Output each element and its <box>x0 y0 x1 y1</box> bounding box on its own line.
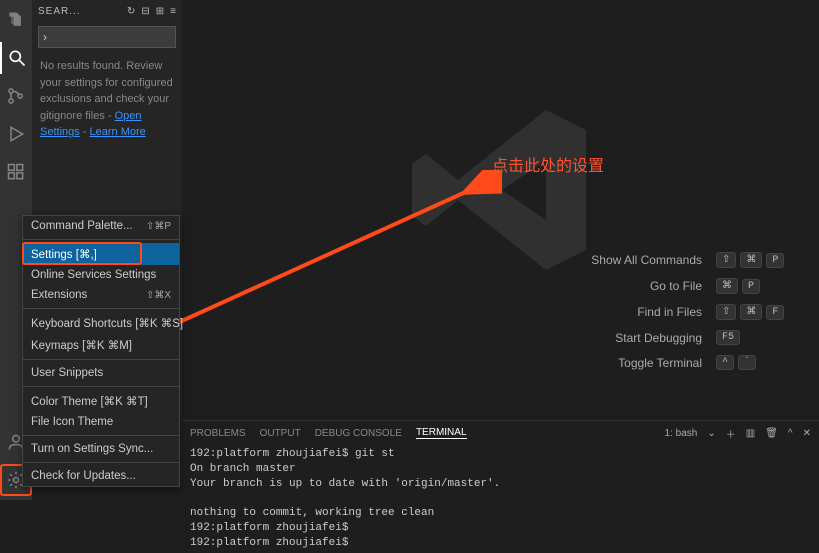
gear-menu-item[interactable]: Keyboard Shortcuts [⌘K ⌘S] <box>23 312 179 334</box>
gear-menu-item[interactable]: Command Palette...⇧⌘P <box>23 216 179 236</box>
keycap: F <box>766 305 784 320</box>
extensions-icon[interactable] <box>0 156 32 188</box>
learn-more-link[interactable]: Learn More <box>90 126 146 138</box>
welcome-label: Start Debugging <box>564 331 702 345</box>
terminal-max-icon[interactable]: ^ <box>788 428 793 439</box>
gear-menu-item[interactable]: Extensions⇧⌘X <box>23 285 179 305</box>
editor-area: 点击此处的设置 Show All Commands⇧⌘PGo to File⌘P… <box>182 0 819 420</box>
gear-menu-item[interactable]: Color Theme [⌘K ⌘T] <box>23 390 179 412</box>
files-icon[interactable] <box>0 4 32 36</box>
keycap: P <box>742 279 760 294</box>
terminal-panel: PROBLEMS OUTPUT DEBUG CONSOLE TERMINAL 1: b… <box>182 420 819 500</box>
terminal-new-icon[interactable]: ＋ <box>726 426 736 441</box>
terminal-tab[interactable]: DEBUG CONSOLE <box>315 428 402 439</box>
clear-icon[interactable]: ⊟ <box>141 6 149 17</box>
terminal-tab[interactable]: OUTPUT <box>260 428 301 439</box>
welcome-label: Toggle Terminal <box>564 356 702 370</box>
gear-menu-item[interactable]: File Icon Theme <box>23 412 179 432</box>
gear-menu-item[interactable]: Keymaps [⌘K ⌘M] <box>23 334 179 356</box>
gear-menu: Command Palette...⇧⌘P Settings [⌘,]Online… <box>22 215 180 487</box>
keycap: ` <box>738 355 756 370</box>
search-history-toggle[interactable]: › <box>43 30 47 44</box>
terminal-dropdown-icon[interactable]: ⌄ <box>707 428 715 439</box>
keycap: ^ <box>716 355 734 370</box>
welcome-row: Show All Commands ⇧⌘ P <box>564 252 784 268</box>
welcome-label: Go to File <box>564 279 702 293</box>
gear-menu-item[interactable]: User Snippets <box>23 363 179 383</box>
welcome-label: Show All Commands <box>564 253 702 267</box>
terminal-split-icon[interactable]: ▥ <box>746 428 755 439</box>
welcome-row: Find in Files ⇧⌘ F <box>564 304 784 320</box>
keycap: ⇧ <box>716 304 736 320</box>
gear-menu-item[interactable]: Settings [⌘,] <box>23 243 179 265</box>
welcome-row: Toggle Terminal ^ ` <box>564 355 784 370</box>
terminal-selector[interactable]: 1: bash <box>665 428 698 439</box>
welcome-label: Find in Files <box>564 305 702 319</box>
terminal-close-icon[interactable]: ✕ <box>803 428 811 439</box>
welcome-row: Start Debugging F5 <box>564 330 784 345</box>
gear-menu-item[interactable]: Check for Updates... <box>23 466 179 486</box>
debug-icon[interactable] <box>0 118 32 150</box>
gear-menu-item[interactable]: Online Services Settings <box>23 265 179 285</box>
search-input-container: › Aa ⌇ ⁎ <box>38 26 176 48</box>
keycap: P <box>766 253 784 268</box>
keycap: ⌘ <box>740 252 762 268</box>
keycap: ⌘ <box>740 304 762 320</box>
sidebar-title: SEAR... <box>38 6 81 17</box>
welcome-shortcuts: Show All Commands⇧⌘PGo to File⌘PFind in … <box>564 252 784 380</box>
gear-menu-item[interactable]: Turn on Settings Sync... <box>23 439 179 459</box>
terminal-output[interactable]: 192:platform zhoujiafei$ git st On branc… <box>182 445 819 553</box>
terminal-trash-icon[interactable]: 🗑 <box>765 428 778 439</box>
keycap: ⌘ <box>716 278 738 294</box>
new-editor-icon[interactable]: ⊞ <box>156 6 164 17</box>
keycap: ⇧ <box>716 252 736 268</box>
keycap: F5 <box>716 330 740 345</box>
refresh-icon[interactable]: ↻ <box>127 6 135 17</box>
welcome-row: Go to File ⌘ P <box>564 278 784 294</box>
terminal-tab[interactable]: PROBLEMS <box>190 428 246 439</box>
search-icon[interactable] <box>0 42 32 74</box>
collapse-icon[interactable]: ≡ <box>170 6 176 17</box>
search-no-results: No results found. Review your settings f… <box>32 52 182 147</box>
terminal-tab[interactable]: TERMINAL <box>416 427 467 439</box>
scm-icon[interactable] <box>0 80 32 112</box>
